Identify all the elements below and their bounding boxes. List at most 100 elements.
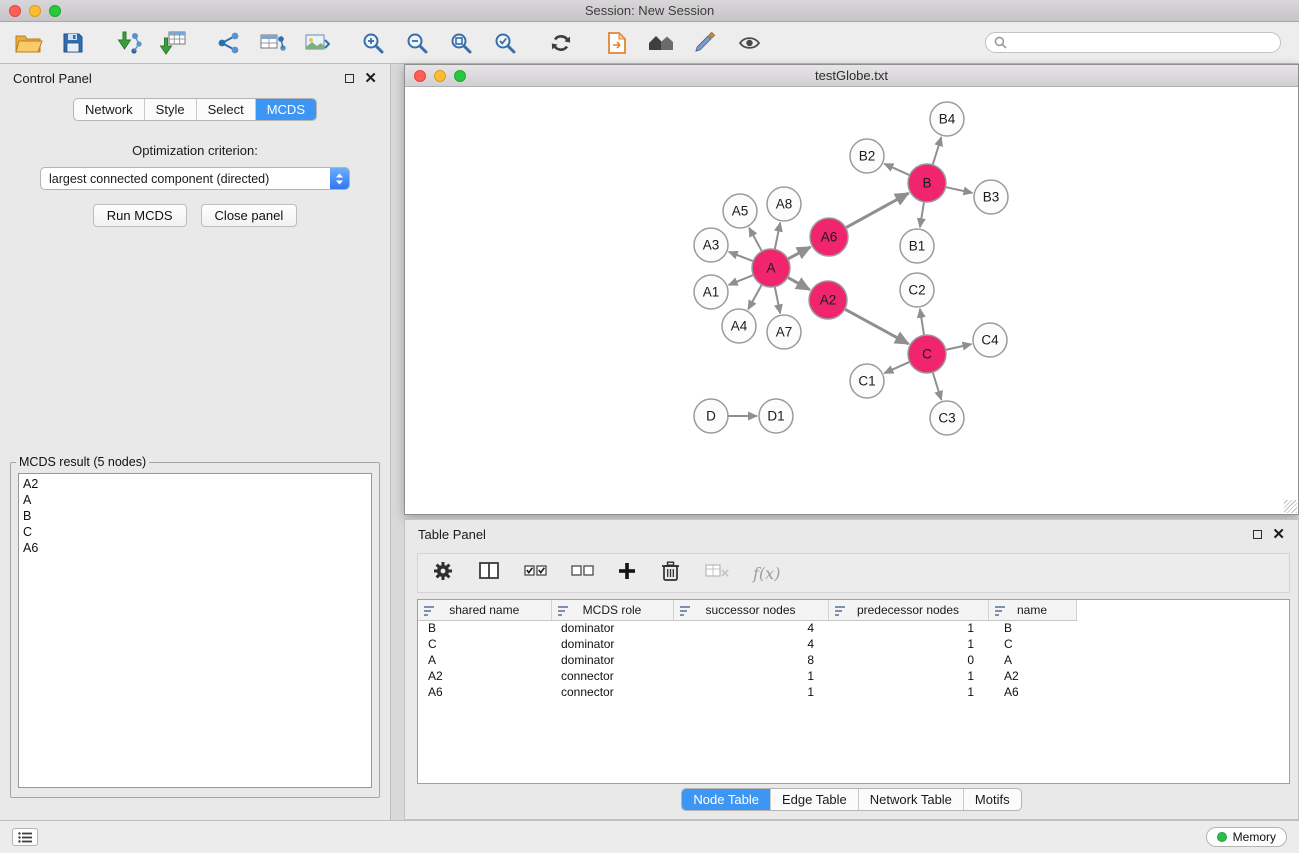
graph-edge-C-C1[interactable] [884, 362, 909, 373]
column-header-shared-name[interactable]: shared name [418, 600, 551, 620]
zoom-selected-button[interactable] [486, 26, 524, 60]
graph-edge-B-B2[interactable] [884, 164, 909, 175]
show-hide-graphics-button[interactable] [730, 26, 768, 60]
column-header-mcds-role[interactable]: MCDS role [551, 600, 673, 620]
table-row[interactable]: Bdominator41B [418, 620, 1076, 636]
table-cell[interactable]: 1 [828, 684, 988, 700]
table-cell[interactable]: 1 [828, 668, 988, 684]
column-header-predecessor-nodes[interactable]: predecessor nodes [828, 600, 988, 620]
table-cell[interactable]: B [418, 620, 551, 636]
network-canvas[interactable]: B4B2BB3A5A8A6A3B1AC2A1A2A4A7C4CC1DD1C3 [405, 87, 1298, 514]
show-column-button[interactable] [478, 560, 500, 586]
graph-edge-A-A3[interactable] [729, 252, 754, 261]
graph-edge-A-A8[interactable] [775, 223, 780, 250]
table-cell[interactable]: dominator [551, 652, 673, 668]
table-cell[interactable]: 1 [828, 636, 988, 652]
tab-edge-table[interactable]: Edge Table [770, 789, 858, 810]
graph-edge-B-B3[interactable] [946, 187, 973, 193]
table-cell[interactable]: A [988, 652, 1076, 668]
float-table-panel-icon[interactable] [1253, 530, 1262, 539]
search-box[interactable] [985, 32, 1281, 53]
network-zoom-button[interactable] [454, 70, 466, 82]
graph-edge-B-B1[interactable] [920, 202, 924, 227]
zoom-window-button[interactable] [49, 5, 61, 17]
zoom-fit-button[interactable] [442, 26, 480, 60]
tab-network-table[interactable]: Network Table [858, 789, 963, 810]
mcds-result-item[interactable]: A2 [23, 476, 367, 492]
graph-edge-A-A6[interactable] [788, 247, 811, 259]
table-cell[interactable]: 4 [673, 636, 828, 652]
mcds-result-item[interactable]: B [23, 508, 367, 524]
table-settings-button[interactable] [432, 560, 454, 587]
graph-edge-C-C4[interactable] [946, 344, 972, 350]
graph-edge-C-C2[interactable] [920, 309, 924, 335]
open-session-button[interactable] [10, 26, 48, 60]
graph-edge-A2-C[interactable] [845, 309, 909, 344]
tab-select[interactable]: Select [196, 99, 255, 120]
tab-style[interactable]: Style [144, 99, 196, 120]
graph-edge-A-A5[interactable] [749, 228, 762, 252]
refresh-network-button[interactable] [542, 26, 580, 60]
tab-node-table[interactable]: Node Table [682, 789, 770, 810]
table-row[interactable]: Cdominator41C [418, 636, 1076, 652]
import-network-file-button[interactable] [110, 26, 148, 60]
table-cell[interactable]: dominator [551, 620, 673, 636]
show-task-history-button[interactable] [12, 828, 38, 846]
graph-edge-C-C3[interactable] [933, 372, 942, 400]
tab-motifs[interactable]: Motifs [963, 789, 1021, 810]
import-table-file-button[interactable] [154, 26, 192, 60]
table-cell[interactable]: 1 [673, 668, 828, 684]
mcds-result-item[interactable]: A6 [23, 540, 367, 556]
unselect-all-columns-button[interactable] [571, 562, 594, 584]
table-cell[interactable]: 1 [673, 684, 828, 700]
new-network-button[interactable] [210, 26, 248, 60]
session-document-button[interactable] [598, 26, 636, 60]
mcds-result-item[interactable]: A [23, 492, 367, 508]
network-from-table-button[interactable] [254, 26, 292, 60]
graph-edge-A-A1[interactable] [729, 275, 754, 285]
delete-column-button[interactable] [660, 560, 681, 587]
table-cell[interactable]: dominator [551, 636, 673, 652]
minimize-window-button[interactable] [29, 5, 41, 17]
table-cell[interactable]: 4 [673, 620, 828, 636]
tab-mcds[interactable]: MCDS [255, 99, 316, 120]
table-cell[interactable]: A2 [418, 668, 551, 684]
network-close-button[interactable] [414, 70, 426, 82]
memory-button[interactable]: Memory [1206, 827, 1287, 847]
table-cell[interactable]: C [988, 636, 1076, 652]
close-panel-button[interactable]: Close panel [201, 204, 298, 227]
graph-edge-A-A4[interactable] [748, 285, 762, 310]
network-minimize-button[interactable] [434, 70, 446, 82]
table-cell[interactable]: 1 [828, 620, 988, 636]
save-session-button[interactable] [54, 26, 92, 60]
run-mcds-button[interactable]: Run MCDS [93, 204, 187, 227]
graph-edge-A6-B[interactable] [846, 193, 909, 228]
table-cell[interactable]: B [988, 620, 1076, 636]
zoom-out-button[interactable] [398, 26, 436, 60]
apply-style-button[interactable] [686, 26, 724, 60]
network-window-titlebar[interactable]: testGlobe.txt [405, 65, 1298, 87]
optimization-criterion-select[interactable]: largest connected component (directed) [40, 167, 350, 190]
network-from-image-button[interactable] [298, 26, 336, 60]
table-row[interactable]: A2connector11A2 [418, 668, 1076, 684]
float-panel-icon[interactable] [345, 74, 354, 83]
table-cell[interactable]: C [418, 636, 551, 652]
tab-network[interactable]: Network [74, 99, 144, 120]
table-cell[interactable]: 8 [673, 652, 828, 668]
mcds-result-item[interactable]: C [23, 524, 367, 540]
create-column-button[interactable] [618, 562, 636, 585]
function-builder-button[interactable]: f(x) [753, 564, 780, 583]
home-button[interactable] [642, 26, 680, 60]
select-all-columns-button[interactable] [524, 562, 547, 584]
search-input[interactable] [1012, 36, 1272, 50]
zoom-in-button[interactable] [354, 26, 392, 60]
table-cell[interactable]: A2 [988, 668, 1076, 684]
graph-edge-B-B4[interactable] [933, 137, 942, 165]
graph-edge-A-A7[interactable] [775, 287, 780, 314]
table-cell[interactable]: A [418, 652, 551, 668]
table-cell[interactable]: A6 [418, 684, 551, 700]
table-cell[interactable]: A6 [988, 684, 1076, 700]
close-window-button[interactable] [9, 5, 21, 17]
column-header-successor-nodes[interactable]: successor nodes [673, 600, 828, 620]
table-row[interactable]: A6connector11A6 [418, 684, 1076, 700]
